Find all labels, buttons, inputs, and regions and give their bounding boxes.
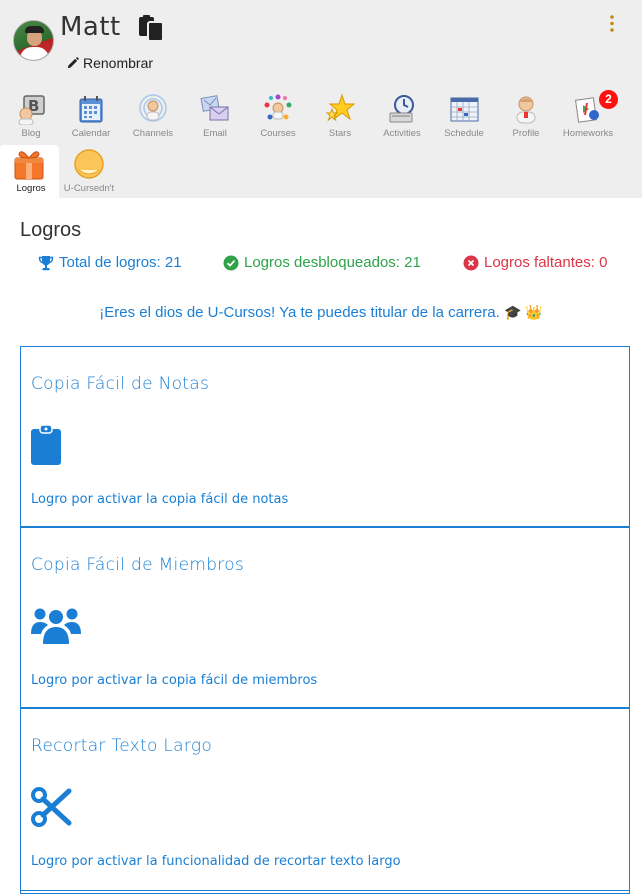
copy-icon[interactable]: [137, 14, 165, 42]
check-circle-icon: [223, 255, 239, 270]
achievement-card: Copia Fácil de Miembros Logro por activa…: [20, 527, 630, 708]
stat-missing: Logros faltantes: 0: [463, 254, 607, 271]
card-title: Recortar Texto Largo: [31, 736, 213, 756]
scissors-icon: [31, 787, 72, 827]
channels-icon: [139, 94, 167, 122]
card-description: Logro por activar la copia fácil de nota…: [31, 492, 289, 507]
nav-label: Stars: [328, 128, 352, 139]
activities-icon: [389, 95, 414, 123]
more-vertical-icon[interactable]: [607, 14, 617, 34]
users-icon: [31, 608, 81, 644]
stat-total-label: Total de logros: 21: [59, 254, 182, 271]
nav-item-email[interactable]: Email: [184, 90, 246, 146]
homeworks-badge: 2: [599, 90, 618, 109]
stars-icon: [325, 93, 356, 122]
rename-label: Renombrar: [83, 55, 154, 71]
congrats-message: ¡Eres el dios de U-Cursos! Ya te puedes …: [0, 304, 642, 321]
nav-label: Profile: [512, 128, 540, 139]
calendar-icon: [79, 96, 103, 123]
nav-item-stars[interactable]: Stars: [309, 90, 371, 146]
achievement-card: Copia Fácil de Notas Logro por activar l…: [20, 346, 630, 527]
nav-item-blog[interactable]: B Blog: [0, 90, 62, 146]
congrats-text: ¡Eres el dios de U-Cursos! Ya te puedes …: [99, 304, 500, 321]
courses-icon: [264, 94, 292, 120]
card-title: Copia Fácil de Notas: [31, 374, 210, 394]
nav-label: Homeworks: [562, 128, 614, 139]
nav-label: Logros: [16, 183, 46, 194]
nav-label: Courses: [260, 128, 296, 139]
stat-unlocked: Logros desbloqueados: 21: [223, 254, 421, 271]
nav-item-calendar[interactable]: Calendar: [60, 90, 122, 146]
card-title: Copia Fácil de Miembros: [31, 555, 245, 575]
nav-label: Activities: [383, 128, 421, 139]
nav-label: Email: [203, 128, 227, 139]
nav-item-channels[interactable]: Channels: [122, 90, 184, 146]
nav-item-schedule[interactable]: Schedule: [433, 90, 495, 146]
stat-total: Total de logros: 21: [38, 254, 182, 271]
card-description: Logro por activar la copia fácil de miem…: [31, 673, 318, 688]
email-icon: [200, 95, 229, 121]
gift-icon: [14, 151, 44, 180]
trophy-icon: [38, 255, 54, 270]
nav-label: Schedule: [444, 128, 484, 139]
username: Matt: [60, 12, 121, 42]
rename-button[interactable]: Renombrar: [66, 55, 153, 71]
schedule-icon: [450, 97, 479, 122]
nav-label: U-Cursedn't: [63, 183, 115, 194]
nav-item-ucursednt[interactable]: U-Cursedn't: [58, 145, 120, 201]
nav-item-activities[interactable]: Activities: [371, 90, 433, 146]
nav-item-logros[interactable]: Logros: [0, 145, 59, 201]
nav-item-profile[interactable]: Profile: [495, 90, 557, 146]
smiley-icon: [74, 149, 104, 179]
nav-label: Blog: [21, 128, 41, 139]
stat-unlocked-label: Logros desbloqueados: 21: [244, 254, 421, 271]
congrats-emoji: 🎓 👑: [503, 304, 543, 320]
stat-missing-label: Logros faltantes: 0: [484, 254, 608, 271]
achievement-card: Recortar Texto Largo Logro por activar l…: [20, 708, 630, 894]
nav-label: Channels: [132, 128, 174, 139]
blog-icon: B: [18, 95, 45, 125]
x-circle-icon: [463, 255, 479, 270]
header: Matt Renombrar B Blog Calendar Channels …: [0, 0, 642, 201]
profile-icon: [516, 96, 536, 124]
nav-item-courses[interactable]: Courses: [247, 90, 309, 146]
divider: [20, 890, 630, 891]
nav-label: Calendar: [71, 128, 111, 139]
clipboard-icon: [31, 425, 61, 465]
pencil-icon: [67, 56, 79, 68]
avatar[interactable]: [13, 20, 54, 61]
card-description: Logro por activar la funcionalidad de re…: [31, 854, 401, 869]
page-title: Logros: [20, 219, 82, 241]
